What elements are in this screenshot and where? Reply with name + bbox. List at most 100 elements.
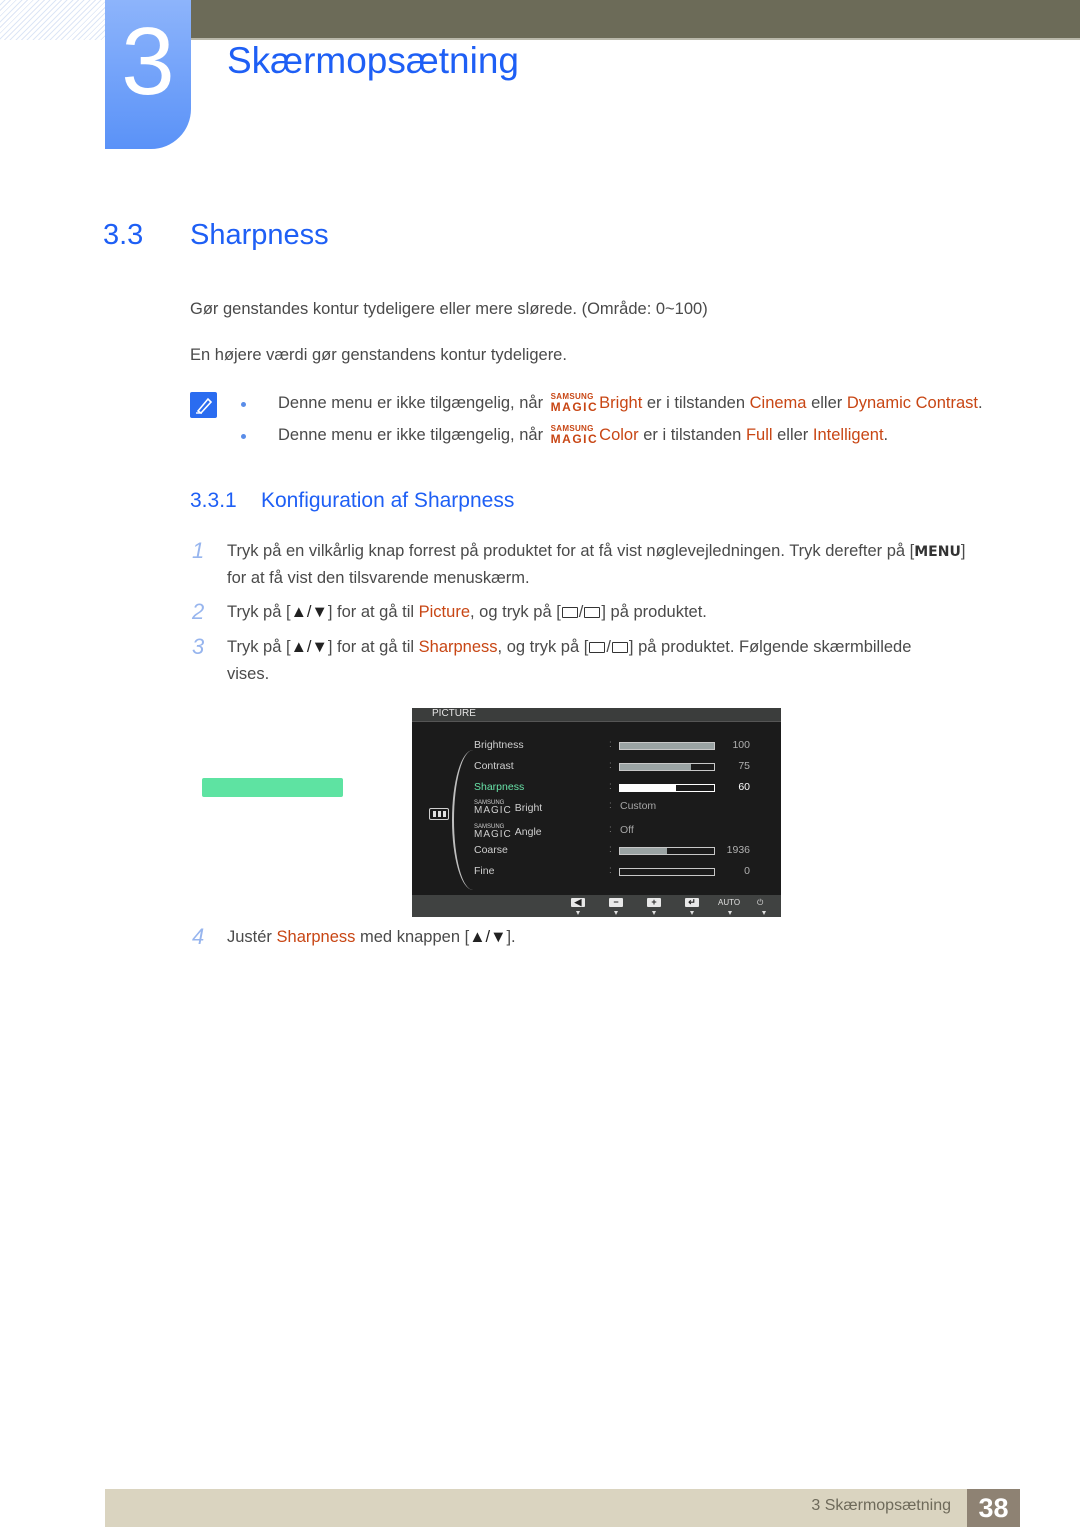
bullet-icon bbox=[241, 434, 246, 439]
step-text-part: , og tryk på [ bbox=[497, 638, 589, 656]
power-icon: ⏻ bbox=[757, 898, 764, 907]
samsung-magic-logo: SAMSUNG MAGIC bbox=[474, 800, 512, 816]
up-down-arrows: ▲/▼ bbox=[469, 928, 507, 946]
osd-footer: ◀ − + ↵ AUTO ⏻ bbox=[412, 895, 781, 917]
note-item: Denne menu er ikke tilgængelig, når SAMS… bbox=[278, 425, 888, 446]
osd-separator: : bbox=[609, 800, 612, 811]
footer-chapter-label: 3 Skærmopsætning bbox=[811, 1497, 951, 1514]
osd-value: 100 bbox=[732, 739, 750, 751]
page-footer: 3 Skærmopsætning 38 bbox=[105, 1489, 1020, 1527]
minus-icon: − bbox=[609, 898, 623, 907]
osd-slider-bar bbox=[619, 763, 715, 771]
note-text: er i tilstanden bbox=[643, 426, 742, 444]
osd-value: 0 bbox=[744, 865, 750, 877]
chapter-number: 3 bbox=[121, 8, 175, 115]
step-text-part: ]. bbox=[506, 928, 516, 946]
highlight-term: Intelligent bbox=[812, 426, 884, 444]
highlight-term: Cinema bbox=[749, 394, 807, 412]
osd-row-label: Coarse bbox=[474, 844, 508, 856]
step-text-part: Tryk på [ bbox=[227, 603, 291, 621]
note-item: Denne menu er ikke tilgængelig, når SAMS… bbox=[278, 392, 983, 414]
up-down-arrows: ▲/▼ bbox=[290, 603, 328, 621]
osd-separator: : bbox=[609, 739, 612, 750]
step-text: Tryk på [▲/▼] for at gå til Picture, og … bbox=[227, 603, 707, 621]
note-text: eller bbox=[777, 426, 809, 444]
osd-slider-bar bbox=[619, 847, 715, 855]
osd-separator: : bbox=[609, 824, 612, 835]
section-title: Sharpness bbox=[190, 219, 329, 251]
note-text: . bbox=[977, 394, 983, 412]
osd-value: 60 bbox=[738, 781, 750, 793]
step-text: Justér Sharpness med knappen [▲/▼]. bbox=[227, 928, 516, 947]
osd-row-label: SAMSUNG MAGIC Angle bbox=[474, 824, 542, 840]
highlight-term: Bright bbox=[599, 394, 643, 412]
osd-slider-fill bbox=[620, 848, 667, 854]
osd-row-label: Sharpness bbox=[474, 781, 525, 793]
osd-row-bright: SAMSUNG MAGIC Bright: Custom bbox=[474, 799, 774, 816]
osd-separator: : bbox=[609, 865, 612, 876]
header-bar bbox=[190, 0, 1080, 38]
osd-row-angle: SAMSUNG MAGIC Angle: Off bbox=[474, 823, 774, 840]
osd-value: 75 bbox=[738, 760, 750, 772]
down-arrow-icon bbox=[652, 911, 656, 915]
step-text-part: ] på produktet. bbox=[601, 603, 707, 621]
osd-separator: : bbox=[609, 844, 612, 855]
auto-label: AUTO bbox=[718, 898, 741, 907]
step-text: Tryk på en vilkårlig knap forrest på pro… bbox=[227, 542, 965, 561]
section-paragraph: En højere værdi gør genstandens kontur t… bbox=[190, 346, 567, 364]
page-number: 38 bbox=[967, 1489, 1020, 1527]
osd-row-label: SAMSUNG MAGIC Bright bbox=[474, 800, 543, 816]
down-arrow-icon bbox=[762, 911, 766, 915]
source-button-icon bbox=[589, 642, 606, 653]
osd-row-sharpness: Sharpness: 60 bbox=[474, 780, 774, 796]
down-arrow-icon bbox=[614, 911, 618, 915]
enter-button-icon bbox=[611, 642, 628, 653]
osd-slider-fill bbox=[620, 764, 691, 770]
highlight-term: Full bbox=[745, 426, 773, 444]
plus-icon: + bbox=[647, 898, 661, 907]
samsung-magic-logo: SAMSUNG MAGIC bbox=[550, 392, 599, 414]
down-arrow-icon bbox=[576, 911, 580, 915]
osd-slider-fill bbox=[620, 785, 677, 791]
down-arrow-icon bbox=[728, 911, 732, 915]
decorative-hatch bbox=[0, 0, 105, 40]
osd-row-contrast: Contrast: 75 bbox=[474, 759, 774, 775]
osd-separator: : bbox=[609, 781, 612, 792]
menu-key: MENU bbox=[914, 544, 961, 560]
step-text-part: Justér bbox=[227, 928, 272, 946]
osd-separator: : bbox=[609, 760, 612, 771]
step-text-part: ] for at gå til bbox=[327, 638, 415, 656]
osd-row-brightness: Brightness: 100 bbox=[474, 738, 774, 754]
step-number: 4 bbox=[192, 924, 205, 949]
osd-row-label: Contrast bbox=[474, 760, 514, 772]
enter-icon: ↵ bbox=[685, 898, 699, 907]
osd-row-label: Fine bbox=[474, 865, 495, 877]
enter-button-icon bbox=[584, 607, 601, 618]
step-number: 3 bbox=[192, 634, 205, 659]
highlight-term: Dynamic Contrast bbox=[846, 394, 978, 412]
note-pencil-icon bbox=[190, 392, 217, 418]
osd-slider-fill bbox=[620, 743, 714, 749]
osd-value: Off bbox=[620, 824, 634, 836]
samsung-magic-logo: SAMSUNG MAGIC bbox=[474, 824, 512, 840]
osd-value: 1936 bbox=[726, 844, 750, 856]
highlight-term: Sharpness bbox=[276, 928, 356, 946]
chapter-badge: 3 bbox=[105, 0, 191, 149]
chapter-title: Skærmopsætning bbox=[227, 40, 520, 81]
source-button-icon bbox=[561, 607, 578, 618]
step-text-part: ] for at gå til bbox=[327, 603, 415, 621]
bullet-icon bbox=[241, 402, 246, 407]
osd-row-label: Brightness bbox=[474, 739, 524, 751]
step-text-part: med knappen [ bbox=[360, 928, 470, 946]
osd-value: Custom bbox=[620, 800, 657, 812]
subsection-number: 3.3.1 bbox=[190, 489, 237, 512]
highlight-term: Sharpness bbox=[418, 638, 498, 656]
down-arrow-icon bbox=[690, 911, 694, 915]
osd-slider-bar bbox=[619, 784, 715, 792]
up-down-arrows: ▲/▼ bbox=[290, 638, 328, 656]
osd-selection-highlight bbox=[202, 778, 343, 797]
note-text: Denne menu er ikke tilgængelig, når bbox=[278, 426, 544, 444]
osd-slider-bar bbox=[619, 742, 715, 750]
step-text-part: Tryk på en vilkårlig knap forrest på pro… bbox=[227, 542, 915, 560]
step-text-part: , og tryk på [ bbox=[470, 603, 561, 621]
